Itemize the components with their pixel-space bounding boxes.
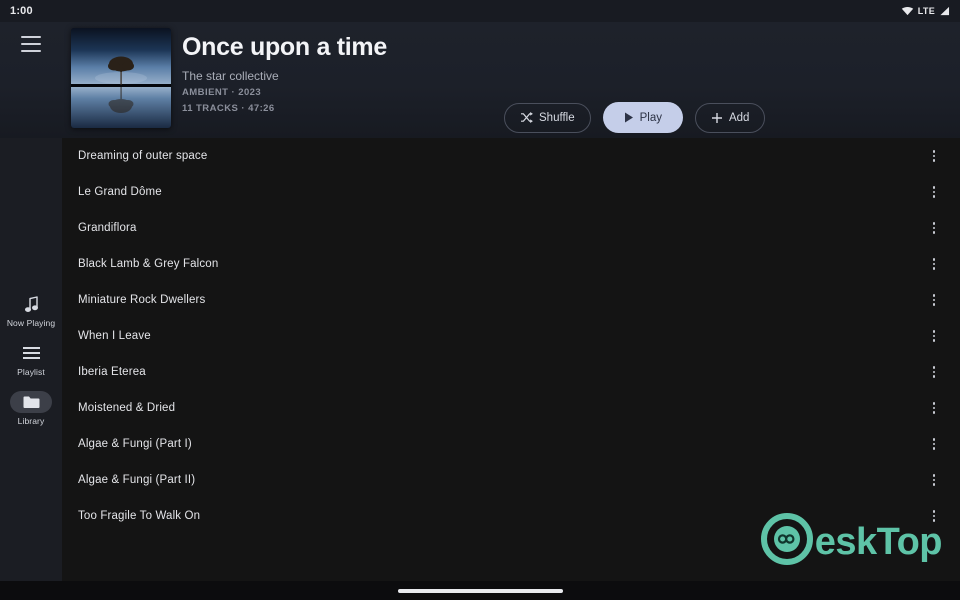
album-artist: The star collective xyxy=(182,69,279,83)
wifi-icon xyxy=(901,6,914,16)
shuffle-button-label: Shuffle xyxy=(539,111,575,124)
list-lines-icon xyxy=(22,346,40,360)
track-title: Le Grand Dôme xyxy=(78,186,162,198)
status-bar-clock: 1:00 xyxy=(10,5,33,17)
status-bar: 1:00 LTE xyxy=(0,0,960,22)
track-title: When I Leave xyxy=(78,330,151,342)
table-row[interactable]: When I Leave xyxy=(62,318,960,354)
home-indicator[interactable] xyxy=(397,588,563,593)
music-app-window: 1:00 LTE Once upon a time The star colle… xyxy=(0,0,960,600)
signal-bars-icon xyxy=(939,6,950,16)
track-list-panel[interactable]: Dreaming of outer space Le Grand Dôme Gr… xyxy=(62,138,960,581)
track-title: Black Lamb & Grey Falcon xyxy=(78,258,219,270)
album-actions: Shuffle Play Add xyxy=(504,102,766,133)
track-title: Miniature Rock Dwellers xyxy=(78,294,206,306)
system-navigation-bar xyxy=(0,581,960,600)
kebab-menu-icon[interactable] xyxy=(926,472,942,488)
track-title: Moistened & Dried xyxy=(78,402,176,414)
table-row[interactable]: Dreaming of outer space xyxy=(62,138,960,174)
table-row[interactable]: Iberia Eterea xyxy=(62,354,960,390)
track-title: Algae & Fungi (Part II) xyxy=(78,474,196,486)
network-type-label: LTE xyxy=(917,6,935,16)
kebab-menu-icon[interactable] xyxy=(926,256,942,272)
add-button[interactable]: Add xyxy=(694,102,766,133)
album-metadata: Once upon a time The star collective AMB… xyxy=(182,32,387,115)
kebab-menu-icon[interactable] xyxy=(926,148,942,164)
kebab-menu-icon[interactable] xyxy=(926,364,942,380)
sidebar-rail: Now Playing Playlist Library xyxy=(0,138,62,581)
table-row[interactable]: Too Fragile To Walk On xyxy=(62,498,960,534)
play-triangle-icon xyxy=(624,112,634,123)
library-icon-pill xyxy=(10,391,52,413)
album-header: Once upon a time The star collective AMB… xyxy=(0,22,960,138)
album-art xyxy=(71,28,171,128)
status-bar-indicators: LTE xyxy=(901,6,950,16)
table-row[interactable]: Moistened & Dried xyxy=(62,390,960,426)
table-row[interactable]: Algae & Fungi (Part I) xyxy=(62,426,960,462)
playlist-icon-pill xyxy=(10,342,52,364)
track-title: Too Fragile To Walk On xyxy=(78,510,201,522)
table-row[interactable]: Le Grand Dôme xyxy=(62,174,960,210)
kebab-menu-icon[interactable] xyxy=(926,400,942,416)
sidebar-label-library: Library xyxy=(17,416,45,426)
kebab-menu-icon[interactable] xyxy=(926,436,942,452)
kebab-menu-icon[interactable] xyxy=(926,220,942,236)
track-title: Algae & Fungi (Part I) xyxy=(78,438,192,450)
table-row[interactable]: Algae & Fungi (Part II) xyxy=(62,462,960,498)
album-genre-year: AMBIENT · 2023 xyxy=(182,87,262,98)
track-title: Dreaming of outer space xyxy=(78,150,208,162)
now-playing-icon-pill xyxy=(10,293,52,315)
sidebar-item-playlist[interactable]: Playlist xyxy=(2,340,60,379)
plus-icon xyxy=(711,112,723,124)
play-button[interactable]: Play xyxy=(602,102,683,133)
sidebar-item-now-playing[interactable]: Now Playing xyxy=(2,291,60,330)
table-row[interactable]: Black Lamb & Grey Falcon xyxy=(62,246,960,282)
track-title: Grandiflora xyxy=(78,222,137,234)
kebab-menu-icon[interactable] xyxy=(926,292,942,308)
sidebar-item-library[interactable]: Library xyxy=(2,389,60,428)
kebab-menu-icon[interactable] xyxy=(926,184,942,200)
sidebar-label-playlist: Playlist xyxy=(17,367,45,377)
shuffle-icon xyxy=(520,112,533,123)
shuffle-button[interactable]: Shuffle xyxy=(504,102,591,133)
album-tracks-duration: 11 TRACKS · 47:26 xyxy=(182,103,275,114)
kebab-menu-icon[interactable] xyxy=(926,328,942,344)
album-title: Once upon a time xyxy=(182,33,387,61)
play-button-label: Play xyxy=(639,111,662,124)
hamburger-menu-icon[interactable] xyxy=(21,36,41,52)
table-row[interactable]: Miniature Rock Dwellers xyxy=(62,282,960,318)
sidebar-label-now-playing: Now Playing xyxy=(6,318,56,328)
music-note-icon xyxy=(24,295,39,313)
add-button-label: Add xyxy=(728,111,750,124)
folder-icon xyxy=(23,395,40,409)
track-title: Iberia Eterea xyxy=(78,366,146,378)
kebab-menu-icon[interactable] xyxy=(926,508,942,524)
tree-reflection-artwork xyxy=(71,28,171,128)
table-row[interactable]: Grandiflora xyxy=(62,210,960,246)
